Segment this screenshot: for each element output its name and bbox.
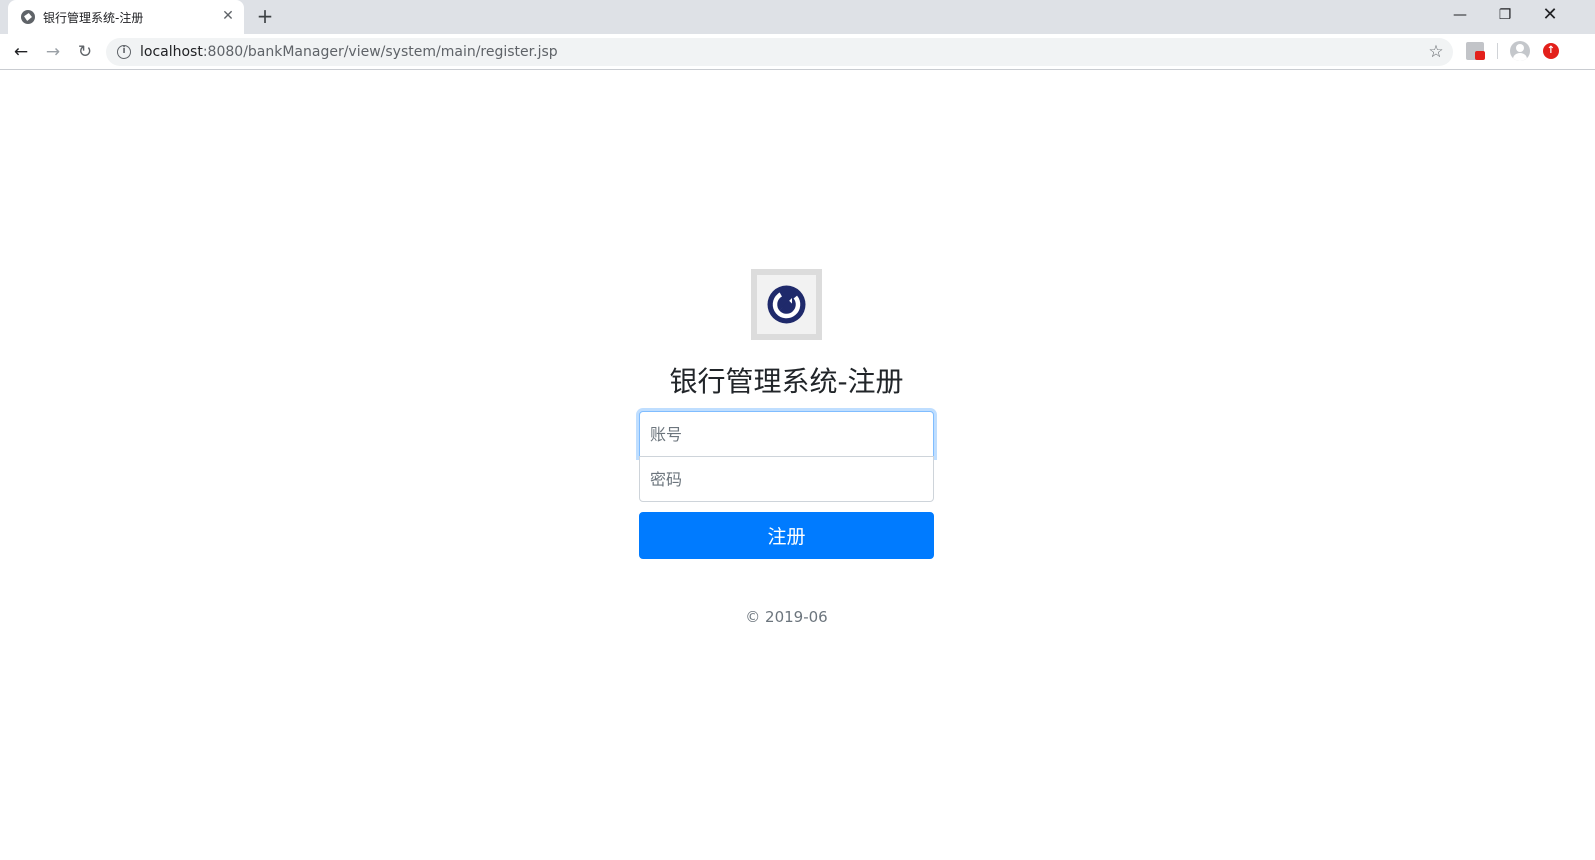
logo-mark-icon bbox=[767, 285, 806, 324]
copyright-footer: © 2019-06 bbox=[745, 608, 828, 626]
plus-icon[interactable]: + bbox=[255, 6, 275, 26]
avatar-icon[interactable] bbox=[1510, 41, 1530, 61]
extension-icon[interactable] bbox=[1466, 42, 1485, 60]
star-icon[interactable]: ☆ bbox=[1425, 41, 1447, 63]
page-title: 银行管理系统-注册 bbox=[669, 365, 904, 398]
bank-logo bbox=[751, 269, 822, 340]
password-field[interactable] bbox=[639, 456, 934, 502]
close-icon[interactable]: ✕ bbox=[220, 8, 236, 24]
browser-tab[interactable]: 银行管理系统-注册 ✕ bbox=[8, 0, 244, 34]
url-path: :8080/bankManager/view/system/main/regis… bbox=[202, 44, 558, 60]
url-text[interactable]: localhost:8080/bankManager/view/system/m… bbox=[140, 44, 558, 60]
toolbar-divider bbox=[1497, 43, 1498, 59]
tab-strip: 银行管理系统-注册 ✕ + — ❐ ✕ bbox=[0, 0, 1595, 34]
info-icon[interactable]: i bbox=[117, 45, 131, 59]
arrow-right-icon[interactable]: → bbox=[41, 40, 65, 64]
url-host: localhost bbox=[140, 44, 203, 60]
reload-icon[interactable]: ↻ bbox=[73, 40, 97, 64]
logo-inner bbox=[757, 275, 816, 334]
register-button[interactable]: 注册 bbox=[639, 512, 934, 559]
window-close-button[interactable]: ✕ bbox=[1538, 3, 1562, 27]
address-bar[interactable]: i localhost:8080/bankManager/view/system… bbox=[106, 38, 1453, 66]
account-field[interactable] bbox=[639, 411, 934, 457]
globe-icon bbox=[21, 10, 35, 24]
update-icon[interactable]: ↑ bbox=[1543, 43, 1559, 59]
minimize-button[interactable]: — bbox=[1448, 3, 1472, 27]
tab-title: 银行管理系统-注册 bbox=[43, 11, 144, 25]
browser-toolbar: ← → ↻ i localhost:8080/bankManager/view/… bbox=[0, 34, 1595, 70]
arrow-left-icon[interactable]: ← bbox=[9, 40, 33, 64]
restore-button[interactable]: ❐ bbox=[1493, 3, 1517, 27]
